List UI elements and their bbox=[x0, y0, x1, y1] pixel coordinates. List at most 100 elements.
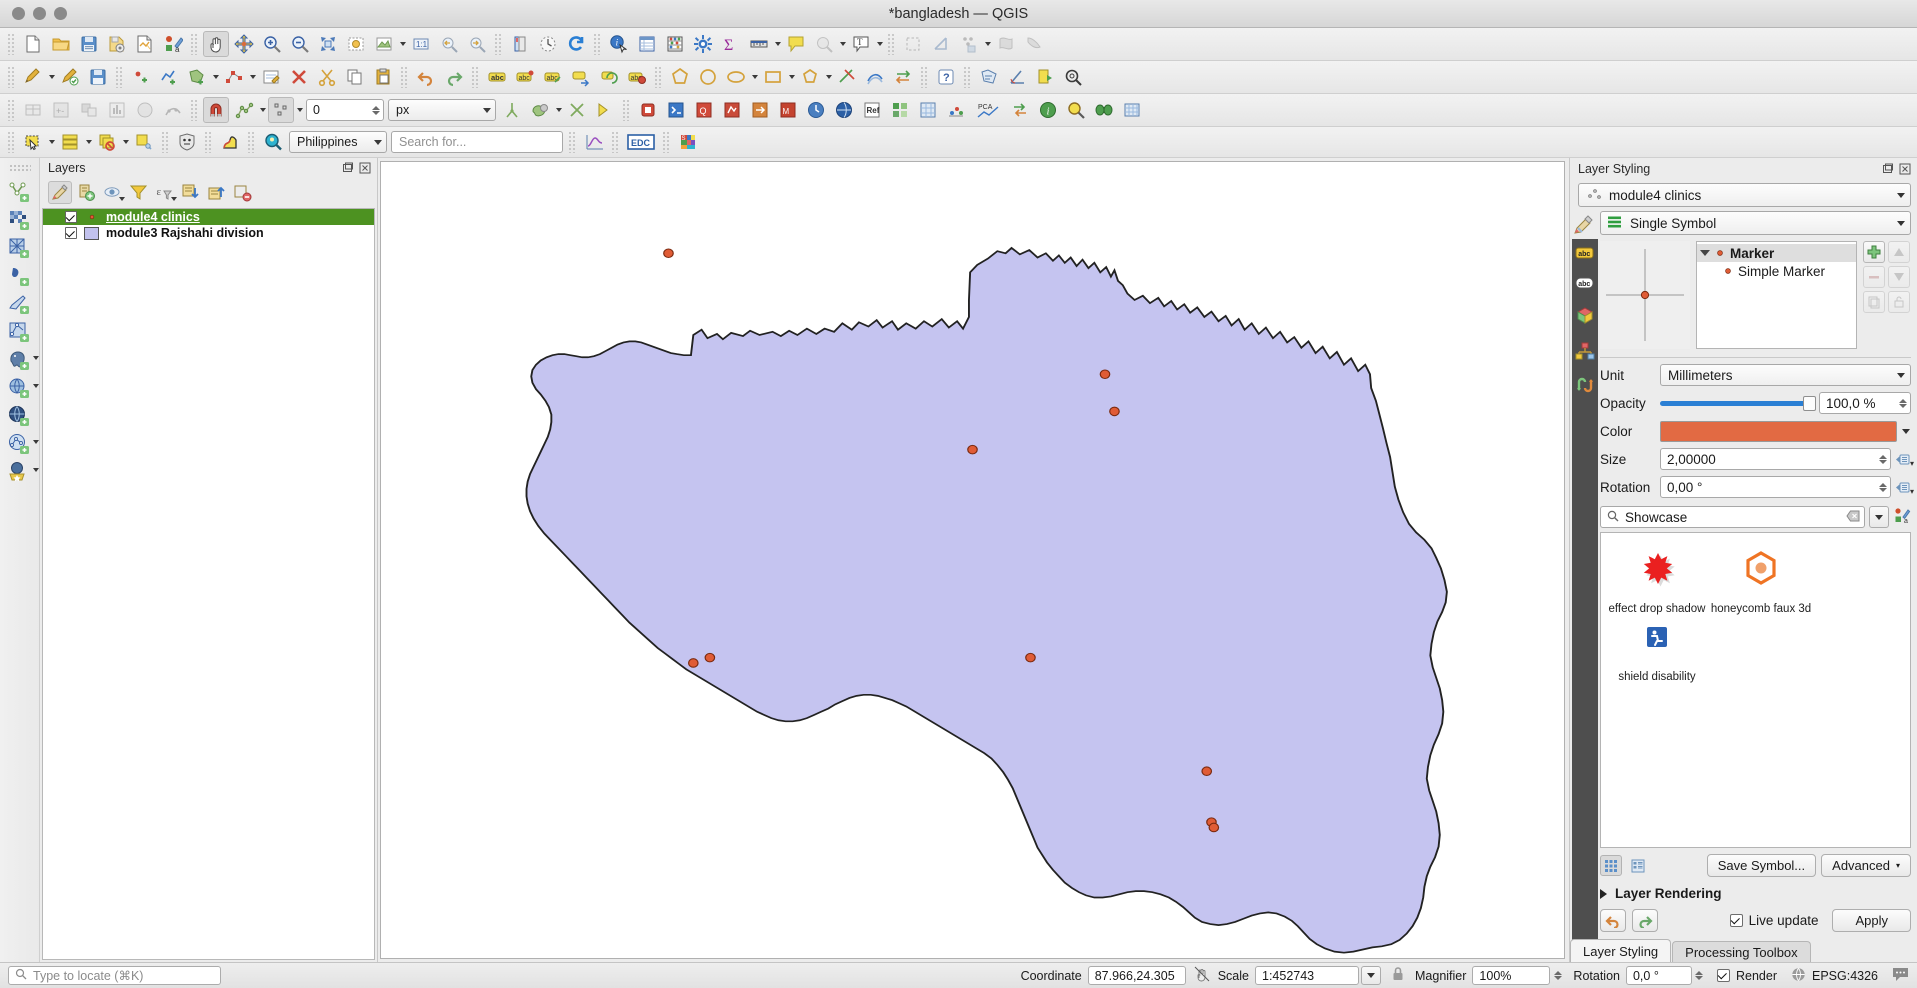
layer-visibility-checkbox[interactable] bbox=[65, 227, 77, 239]
layer-rendering-section[interactable]: Layer Rendering bbox=[1600, 886, 1911, 901]
mmqgis-button[interactable]: M bbox=[775, 97, 801, 123]
avoid-overlap-button[interactable] bbox=[527, 97, 553, 123]
rotation-value[interactable]: 0,0 ° bbox=[1625, 966, 1692, 985]
showcase-item-shield-disability[interactable]: shield disability bbox=[1605, 615, 1709, 683]
lock-scale-icon[interactable] bbox=[1391, 966, 1405, 985]
chevron-down-icon[interactable] bbox=[32, 356, 39, 360]
message-bubble-icon[interactable] bbox=[1892, 967, 1909, 985]
select-by-value-button[interactable] bbox=[956, 31, 982, 57]
layer-selector-combo[interactable]: module4 clinics bbox=[1578, 183, 1911, 207]
redo-style-button[interactable] bbox=[1632, 909, 1658, 932]
toolbar-grip[interactable] bbox=[7, 99, 16, 121]
heatmap-button[interactable] bbox=[132, 97, 158, 123]
new-3d-map-view-button[interactable] bbox=[535, 31, 561, 57]
snap-intersections-button[interactable] bbox=[564, 97, 590, 123]
toolbar-grip[interactable] bbox=[400, 66, 409, 88]
chevron-down-icon[interactable] bbox=[398, 31, 407, 57]
zoom-next-button[interactable] bbox=[464, 31, 490, 57]
style-manager-small-icon[interactable]: a bbox=[1893, 507, 1911, 528]
identify-features-button[interactable]: i bbox=[606, 31, 632, 57]
select-features-rect-button[interactable] bbox=[20, 129, 46, 155]
expand-all-button[interactable] bbox=[178, 181, 202, 204]
undo-style-button[interactable] bbox=[1600, 909, 1626, 932]
tab-processing-toolbox[interactable]: Processing Toolbox bbox=[1672, 941, 1811, 962]
measure-ruler-button[interactable] bbox=[746, 31, 772, 57]
new-spatialite-layer-button[interactable] bbox=[5, 235, 35, 261]
reverse-line-button[interactable] bbox=[890, 64, 916, 90]
topological-editing-button[interactable] bbox=[499, 97, 525, 123]
timemanager-button[interactable] bbox=[803, 97, 829, 123]
opacity-slider-handle[interactable] bbox=[1803, 395, 1816, 411]
maximize-window-button[interactable] bbox=[54, 7, 67, 20]
qfield-sync-button[interactable] bbox=[747, 97, 773, 123]
grid-tool-button[interactable] bbox=[1119, 97, 1145, 123]
icon-view-button[interactable] bbox=[1600, 855, 1622, 876]
save-project-button[interactable] bbox=[76, 31, 102, 57]
chevron-right-icon[interactable] bbox=[1600, 888, 1607, 899]
modify-attributes-button[interactable] bbox=[258, 64, 284, 90]
raster-align-button[interactable] bbox=[76, 97, 102, 123]
spinner-arrows-icon[interactable] bbox=[1897, 398, 1908, 408]
chevron-down-icon[interactable] bbox=[119, 197, 125, 201]
scale-dropdown-button[interactable] bbox=[1361, 966, 1381, 985]
mask-button[interactable] bbox=[1091, 97, 1117, 123]
chevron-down-icon[interactable] bbox=[171, 197, 177, 201]
place-combo[interactable]: Philippines bbox=[289, 131, 387, 153]
new-mesh-layer-button[interactable] bbox=[5, 263, 35, 289]
add-polygon-feature-button[interactable] bbox=[184, 64, 210, 90]
select-by-tag-button[interactable] bbox=[131, 129, 157, 155]
toolbar-grip[interactable] bbox=[654, 66, 663, 88]
clear-search-icon[interactable] bbox=[1846, 510, 1860, 525]
renderer-combo[interactable]: Single Symbol bbox=[1600, 211, 1911, 235]
layers-list[interactable]: module4 clinics module3 Rajshahi divisio… bbox=[42, 208, 375, 960]
symbol-tree-node-marker[interactable]: Marker bbox=[1697, 244, 1856, 262]
size-spinbox[interactable]: 2,00000 bbox=[1660, 448, 1891, 470]
snapping-type-button[interactable] bbox=[268, 97, 294, 123]
toolbar-grip[interactable] bbox=[115, 66, 124, 88]
offset-curve-button[interactable] bbox=[862, 64, 888, 90]
window-controls[interactable] bbox=[0, 7, 67, 20]
select-by-expression-button[interactable] bbox=[993, 31, 1019, 57]
magnifier-spinner-icon[interactable] bbox=[1552, 971, 1563, 980]
crs-status[interactable]: EPSG:4326 bbox=[1791, 967, 1878, 985]
labels-tab[interactable]: abc bbox=[1575, 246, 1595, 263]
toolbar-grip[interactable] bbox=[611, 131, 620, 153]
undock-panel-button[interactable] bbox=[1881, 163, 1894, 176]
move-label-button[interactable] bbox=[568, 64, 594, 90]
size-data-defined-override-button[interactable]: ▾ bbox=[1894, 449, 1914, 470]
map-tips-button[interactable] bbox=[783, 31, 809, 57]
chevron-down-icon[interactable] bbox=[554, 97, 563, 123]
close-panel-button[interactable] bbox=[1898, 163, 1911, 176]
measure-area-button[interactable] bbox=[976, 64, 1002, 90]
filter-legend-button[interactable] bbox=[126, 181, 150, 204]
add-vector-tile-layer-button[interactable] bbox=[5, 431, 39, 457]
minimize-window-button[interactable] bbox=[33, 7, 46, 20]
toolbar-grip[interactable] bbox=[7, 33, 16, 55]
add-point-feature-button[interactable] bbox=[128, 64, 154, 90]
chevron-down-icon[interactable] bbox=[750, 64, 759, 90]
live-update-checkbox[interactable] bbox=[1729, 914, 1743, 927]
unit-combo[interactable]: Millimeters bbox=[1660, 364, 1911, 386]
masks-tab[interactable]: abc bbox=[1575, 276, 1595, 293]
save-layer-edits-button[interactable] bbox=[85, 64, 111, 90]
chevron-down-icon[interactable] bbox=[838, 31, 847, 57]
chevron-down-icon[interactable] bbox=[1900, 420, 1911, 442]
filter-legend-expression-button[interactable]: ε bbox=[152, 181, 177, 204]
color-button[interactable] bbox=[1660, 420, 1897, 442]
toolbar-grip[interactable] bbox=[622, 99, 631, 121]
delete-selected-button[interactable] bbox=[286, 64, 312, 90]
rotation-spinbox[interactable]: 0,00 ° bbox=[1660, 476, 1891, 498]
toggle-editing-button[interactable] bbox=[57, 64, 83, 90]
chevron-down-icon[interactable] bbox=[121, 129, 130, 155]
toolbar-grip[interactable] bbox=[7, 66, 16, 88]
chevron-down-icon[interactable] bbox=[824, 64, 833, 90]
undock-panel-button[interactable] bbox=[341, 162, 354, 175]
change-label-button[interactable]: abc bbox=[624, 64, 650, 90]
add-line-feature-button[interactable] bbox=[156, 64, 182, 90]
opacity-spinbox[interactable]: 100,0 % bbox=[1819, 392, 1911, 414]
toolbar-grip[interactable] bbox=[190, 99, 199, 121]
close-panel-button[interactable] bbox=[358, 162, 371, 175]
open-attribute-table-button[interactable] bbox=[57, 129, 83, 155]
pca-button[interactable]: PCA bbox=[971, 97, 1005, 123]
toolbar-grip[interactable] bbox=[190, 33, 199, 55]
